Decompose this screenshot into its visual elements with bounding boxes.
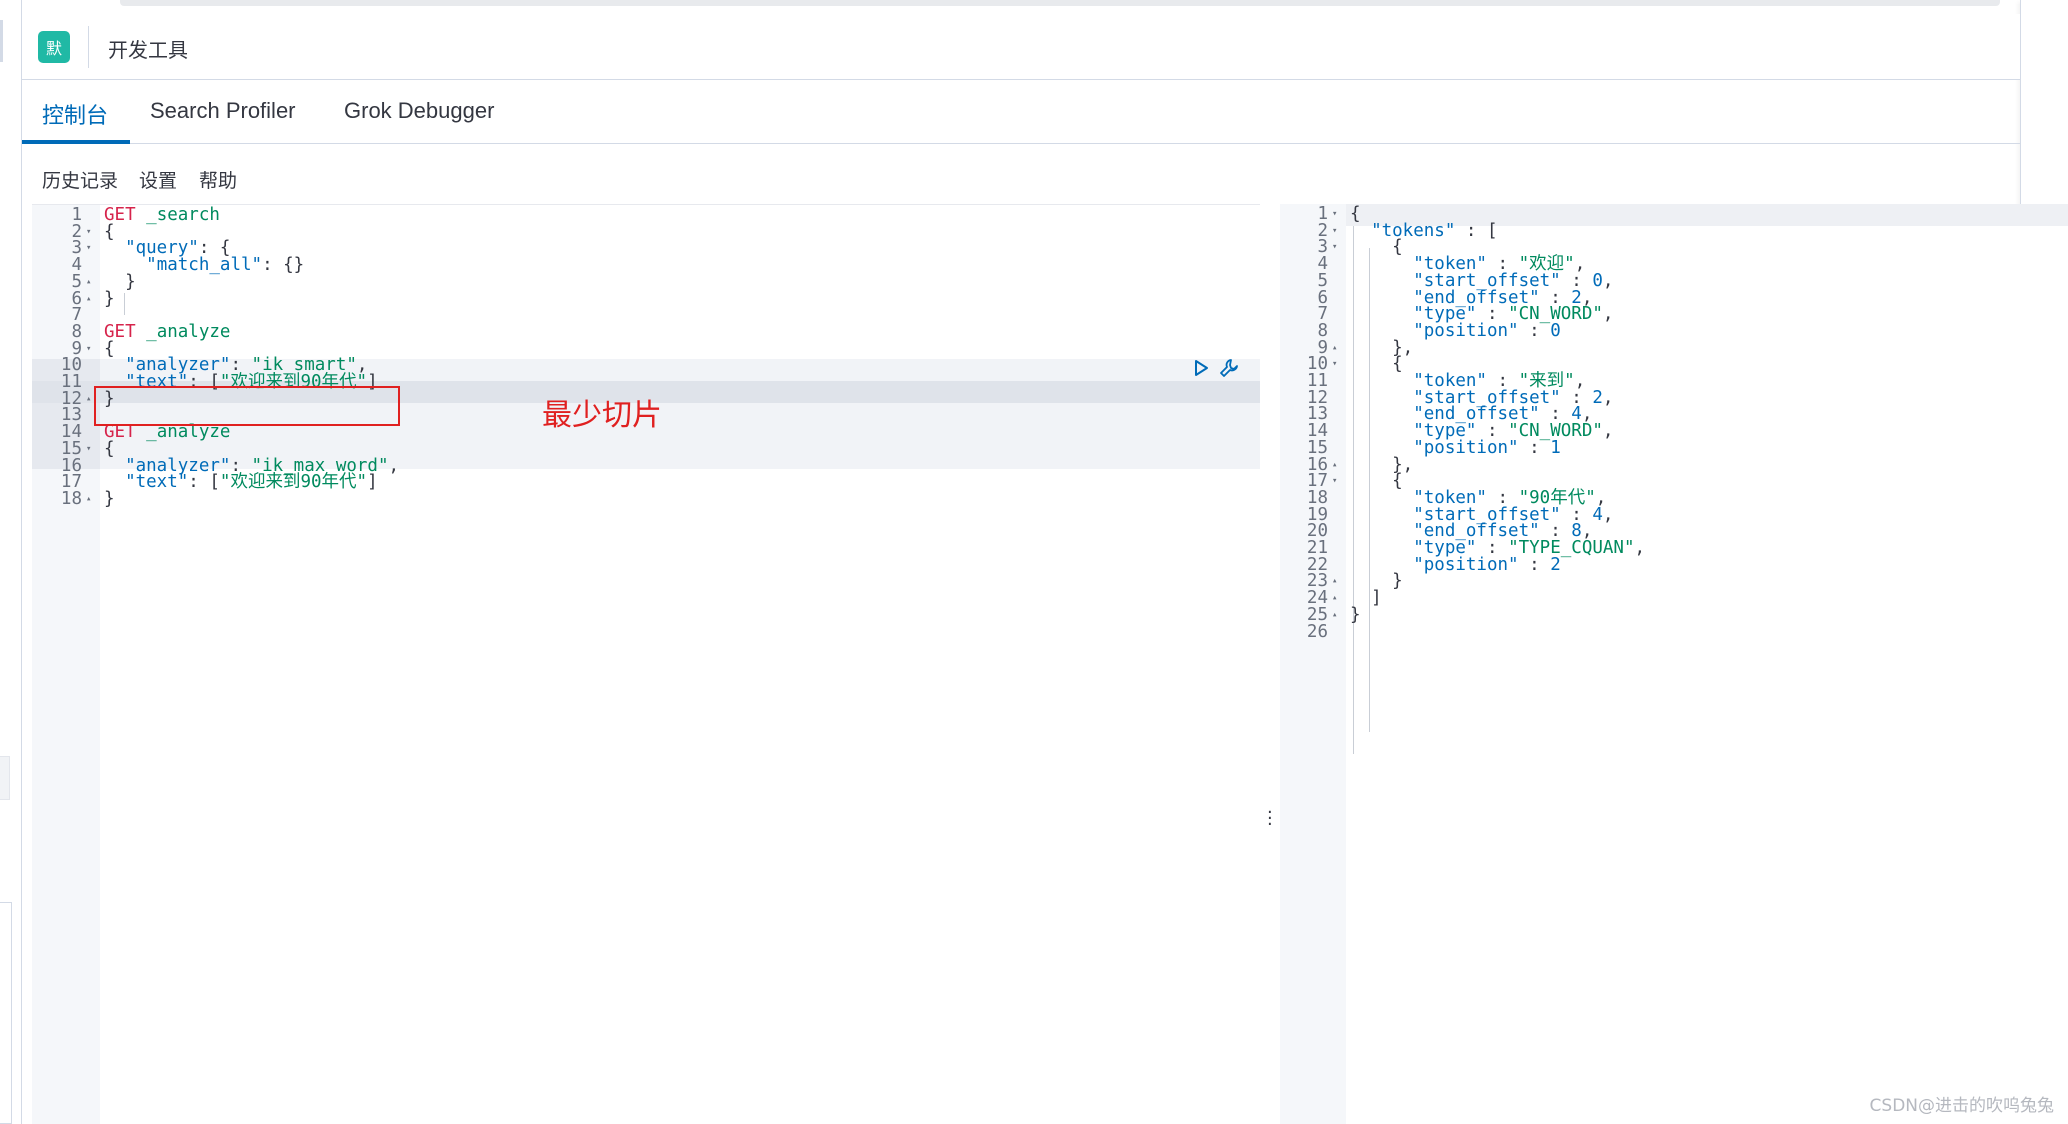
history-link[interactable]: 历史记录: [42, 166, 118, 193]
nav-marker: [0, 20, 3, 62]
code-text: GET _search: [104, 205, 220, 225]
fold-close-icon[interactable]: ▴: [86, 488, 91, 510]
code-text: GET _analyze: [104, 321, 231, 342]
space-avatar[interactable]: 默: [38, 31, 70, 63]
fold-open-icon[interactable]: ▾: [1332, 470, 1337, 492]
fold-open-icon[interactable]: ▾: [86, 338, 91, 360]
dev-tools-tabs: 控制台 Search Profiler Grok Debugger: [22, 80, 2020, 144]
indent-guide: [124, 293, 125, 315]
vertical-dots-icon[interactable]: · · ·: [1267, 804, 1273, 834]
fold-close-icon[interactable]: ▴: [86, 388, 91, 410]
tab-console[interactable]: 控制台: [42, 98, 108, 130]
line-number: 26: [1306, 621, 1328, 642]
code-text: }: [104, 488, 115, 509]
play-icon[interactable]: [1192, 359, 1210, 382]
tab-grok-debugger[interactable]: Grok Debugger: [344, 98, 494, 124]
floating-panel-edge: [2020, 0, 2068, 212]
fold-open-icon[interactable]: ▾: [86, 237, 91, 259]
settings-link[interactable]: 设置: [139, 166, 177, 193]
header-divider: [88, 26, 89, 68]
browser-top-strip: [0, 0, 2068, 14]
fold-close-icon[interactable]: ▴: [1332, 604, 1337, 626]
code-text: "text": ["欢迎来到90年代"]: [125, 472, 378, 493]
page-title: 开发工具: [108, 38, 188, 62]
panel-resizer[interactable]: · · ·: [1262, 204, 1278, 1124]
line-number: 18: [60, 488, 82, 509]
watermark: CSDN@进击的吹呜兔兔: [1869, 1096, 2054, 1116]
left-nav-edge: [0, 0, 22, 1124]
request-actions: [1192, 357, 1240, 384]
address-bar-edge: [120, 0, 2000, 6]
wrench-icon[interactable]: [1218, 357, 1240, 384]
fold-close-icon[interactable]: ▴: [86, 288, 91, 310]
tab-search-profiler[interactable]: Search Profiler: [150, 98, 296, 124]
help-link[interactable]: 帮助: [199, 166, 237, 193]
code-text: }: [104, 288, 115, 309]
annotation-label: 最少切片: [542, 398, 662, 433]
request-editor[interactable]: 1 GET _search 2 ▾{3 ▾ "query": {4 "match_all…: [32, 204, 1260, 1124]
annotation-box: [94, 386, 400, 426]
app-header: 默 开发工具: [22, 14, 2020, 80]
code-text: }: [1350, 604, 1361, 625]
fold-open-icon[interactable]: ▾: [1332, 236, 1337, 258]
active-tab-indicator: [22, 140, 130, 144]
side-panel-edge: [0, 902, 12, 1124]
response-viewer[interactable]: 1 ▾{2 ▾ "tokens" : [3 ▾ {4 "token" : "欢迎", 5…: [1280, 204, 2068, 1124]
nav-collapsed-item[interactable]: [0, 756, 10, 800]
fold-open-icon[interactable]: ▾: [86, 438, 91, 460]
fold-open-icon[interactable]: ▾: [1332, 353, 1337, 375]
